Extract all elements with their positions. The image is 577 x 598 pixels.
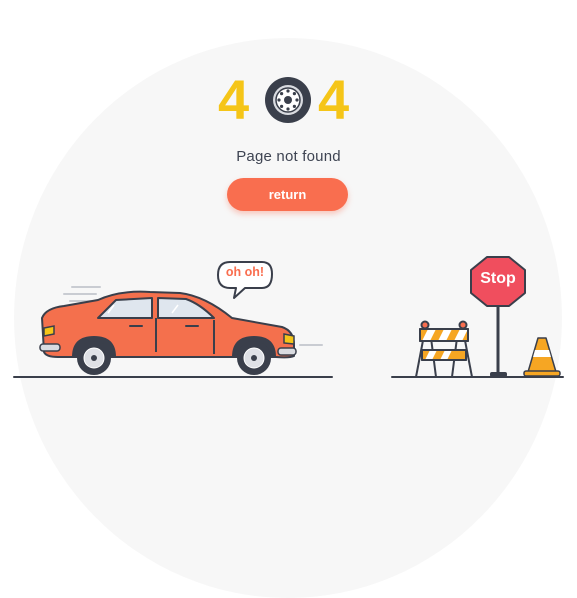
car-rear-wheel [77,341,111,375]
traffic-cone-icon [523,337,561,377]
speech-bubble-text: oh oh! [225,265,265,279]
stop-sign-text: Stop [480,270,516,287]
road-barrier-icon [415,320,473,378]
error-page: 4 4 Page not found return oh oh! Stop [0,0,577,598]
car-front-wheel [237,341,271,375]
road-scene [13,256,564,378]
car-icon [39,290,297,375]
